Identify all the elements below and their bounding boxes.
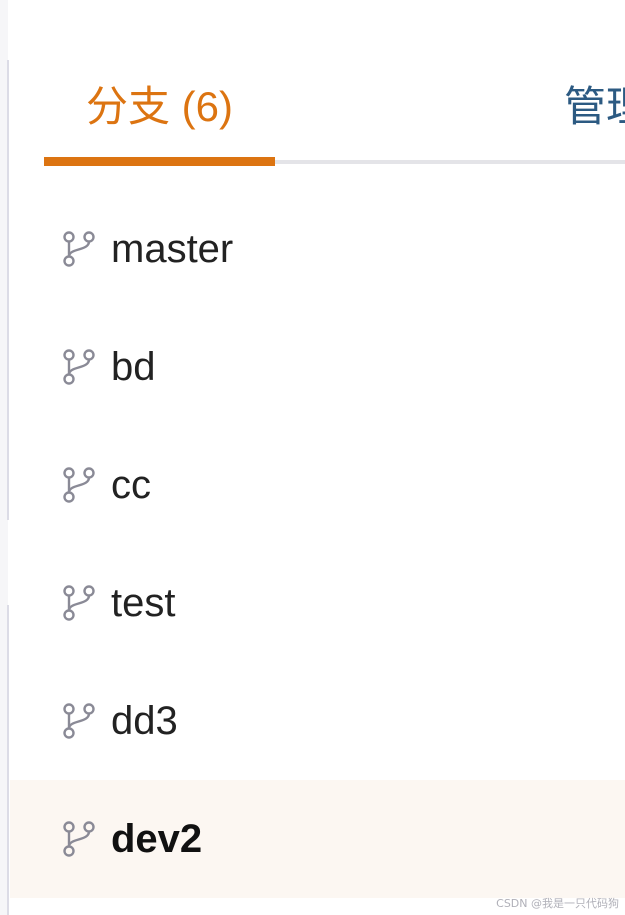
left-panel-divider xyxy=(7,60,9,520)
branch-item-bd[interactable]: bd xyxy=(10,308,625,426)
git-branch-icon xyxy=(62,584,96,622)
branch-item-master[interactable]: master xyxy=(10,190,625,308)
tab-branches[interactable]: 分支 (6) xyxy=(86,82,233,132)
branch-name: dd3 xyxy=(111,698,178,743)
git-branch-icon xyxy=(62,466,96,504)
branch-item-dev2[interactable]: dev2 xyxy=(10,780,625,898)
branch-name: bd xyxy=(111,344,156,389)
branch-name: test xyxy=(111,580,176,625)
branch-item-dd3[interactable]: dd3 xyxy=(10,662,625,780)
git-branch-icon xyxy=(62,348,96,386)
branch-name: cc xyxy=(111,462,151,507)
branch-item-test[interactable]: test xyxy=(10,544,625,662)
branch-name: dev2 xyxy=(111,816,203,861)
left-panel-divider-lower xyxy=(7,605,9,915)
git-branch-icon xyxy=(62,230,96,268)
tab-active-indicator xyxy=(44,157,275,166)
branch-list: master bd cc test dd3 dev2 xyxy=(10,190,625,898)
branch-item-cc[interactable]: cc xyxy=(10,426,625,544)
tab-bar: 分支 (6) 管理 xyxy=(44,0,625,166)
git-branch-icon xyxy=(62,702,96,740)
tab-manage[interactable]: 管理 xyxy=(564,82,625,132)
git-branch-icon xyxy=(62,820,96,858)
watermark: CSDN @我是一只代码狗 xyxy=(496,897,619,910)
branch-name: master xyxy=(111,226,234,271)
